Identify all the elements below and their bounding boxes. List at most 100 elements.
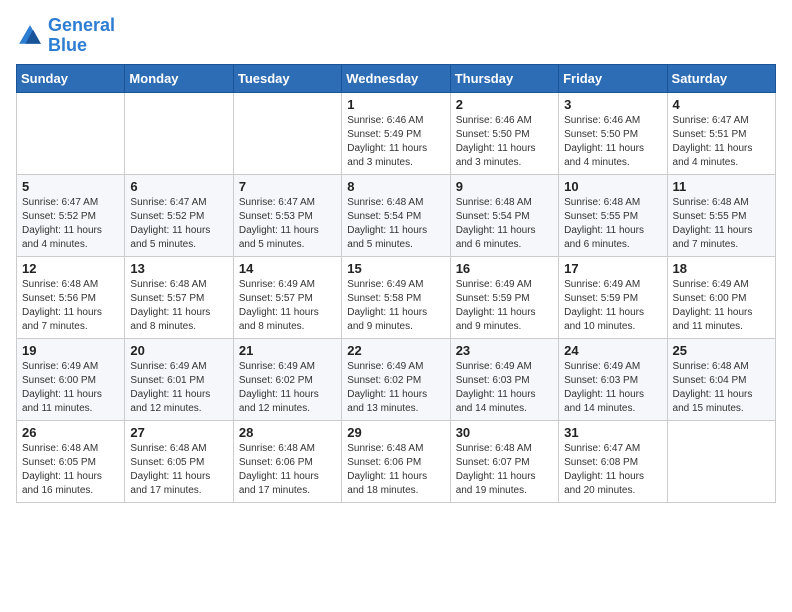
day-number: 17 [564, 261, 661, 276]
day-info: Sunrise: 6:48 AM Sunset: 5:56 PM Dayligh… [22, 278, 119, 334]
day-number: 8 [347, 179, 444, 194]
day-info: Sunrise: 6:46 AM Sunset: 5:50 PM Dayligh… [456, 114, 553, 170]
day-number: 2 [456, 97, 553, 112]
day-number: 10 [564, 179, 661, 194]
calendar-cell: 29Sunrise: 6:48 AM Sunset: 6:06 PM Dayli… [342, 420, 450, 502]
weekday-header-saturday: Saturday [667, 64, 775, 92]
day-info: Sunrise: 6:49 AM Sunset: 5:57 PM Dayligh… [239, 278, 336, 334]
day-number: 11 [673, 179, 770, 194]
day-number: 6 [130, 179, 227, 194]
day-info: Sunrise: 6:49 AM Sunset: 5:59 PM Dayligh… [564, 278, 661, 334]
day-number: 24 [564, 343, 661, 358]
calendar-cell: 21 Sunrise: 6:49 AM Sunset: 6:02 PM Dayli… [233, 338, 341, 420]
day-number: 7 [239, 179, 336, 194]
calendar-cell: 13 Sunrise: 6:48 AM Sunset: 5:57 PM Dayli… [125, 256, 233, 338]
day-number: 14 [239, 261, 336, 276]
weekday-header-sunday: Sunday [17, 64, 125, 92]
calendar-cell: 22 Sunrise: 6:49 AM Sunset: 6:02 PM Dayli… [342, 338, 450, 420]
calendar-cell: 12 Sunrise: 6:48 AM Sunset: 5:56 PM Dayli… [17, 256, 125, 338]
day-number: 4 [673, 97, 770, 112]
day-info: Sunrise: 6:49 AM Sunset: 5:58 PM Dayligh… [347, 278, 444, 334]
calendar-cell: 27Sunrise: 6:48 AM Sunset: 6:05 PM Dayli… [125, 420, 233, 502]
day-info: Sunrise: 6:47 AM Sunset: 5:51 PM Dayligh… [673, 114, 770, 170]
week-row-2: 5 Sunrise: 6:47 AM Sunset: 5:52 PM Daylig… [17, 174, 776, 256]
calendar-cell: 23 Sunrise: 6:49 AM Sunset: 6:03 PM Dayli… [450, 338, 558, 420]
calendar-cell: 19Sunrise: 6:49 AM Sunset: 6:00 PM Dayli… [17, 338, 125, 420]
day-info: Sunrise: 6:48 AM Sunset: 5:57 PM Dayligh… [130, 278, 227, 334]
day-info: Sunrise: 6:48 AM Sunset: 6:06 PM Dayligh… [239, 442, 336, 498]
calendar-cell: 1 Sunrise: 6:46 AM Sunset: 5:49 PM Daylig… [342, 92, 450, 174]
day-number: 9 [456, 179, 553, 194]
day-info: Sunrise: 6:48 AM Sunset: 6:05 PM Dayligh… [22, 442, 119, 498]
day-info: Sunrise: 6:48 AM Sunset: 6:07 PM Dayligh… [456, 442, 553, 498]
week-row-4: 19Sunrise: 6:49 AM Sunset: 6:00 PM Dayli… [17, 338, 776, 420]
calendar-cell: 20 Sunrise: 6:49 AM Sunset: 6:01 PM Dayli… [125, 338, 233, 420]
day-info: Sunrise: 6:48 AM Sunset: 6:04 PM Dayligh… [673, 360, 770, 416]
weekday-header-tuesday: Tuesday [233, 64, 341, 92]
day-number: 20 [130, 343, 227, 358]
weekday-header-friday: Friday [559, 64, 667, 92]
calendar-cell: 7 Sunrise: 6:47 AM Sunset: 5:53 PM Daylig… [233, 174, 341, 256]
day-number: 3 [564, 97, 661, 112]
day-number: 23 [456, 343, 553, 358]
day-info: Sunrise: 6:48 AM Sunset: 5:55 PM Dayligh… [564, 196, 661, 252]
week-row-3: 12 Sunrise: 6:48 AM Sunset: 5:56 PM Dayli… [17, 256, 776, 338]
day-info: Sunrise: 6:47 AM Sunset: 6:08 PM Dayligh… [564, 442, 661, 498]
day-number: 19 [22, 343, 119, 358]
day-info: Sunrise: 6:49 AM Sunset: 6:01 PM Dayligh… [130, 360, 227, 416]
calendar-cell: 15 Sunrise: 6:49 AM Sunset: 5:58 PM Dayli… [342, 256, 450, 338]
day-number: 15 [347, 261, 444, 276]
weekday-header-wednesday: Wednesday [342, 64, 450, 92]
calendar-cell [125, 92, 233, 174]
calendar-cell: 4 Sunrise: 6:47 AM Sunset: 5:51 PM Daylig… [667, 92, 775, 174]
day-number: 12 [22, 261, 119, 276]
weekday-header-monday: Monday [125, 64, 233, 92]
day-number: 22 [347, 343, 444, 358]
day-info: Sunrise: 6:49 AM Sunset: 6:00 PM Dayligh… [673, 278, 770, 334]
day-info: Sunrise: 6:48 AM Sunset: 5:54 PM Dayligh… [456, 196, 553, 252]
calendar-cell: 26 Sunrise: 6:48 AM Sunset: 6:05 PM Dayli… [17, 420, 125, 502]
logo-icon [16, 22, 44, 50]
day-number: 26 [22, 425, 119, 440]
day-number: 25 [673, 343, 770, 358]
calendar-cell [667, 420, 775, 502]
calendar-cell: 14 Sunrise: 6:49 AM Sunset: 5:57 PM Dayli… [233, 256, 341, 338]
calendar-cell: 17 Sunrise: 6:49 AM Sunset: 5:59 PM Dayli… [559, 256, 667, 338]
page-header: General Blue [16, 16, 776, 56]
calendar-cell: 18 Sunrise: 6:49 AM Sunset: 6:00 PM Dayli… [667, 256, 775, 338]
weekday-header-row: SundayMondayTuesdayWednesdayThursdayFrid… [17, 64, 776, 92]
calendar-cell: 8Sunrise: 6:48 AM Sunset: 5:54 PM Daylig… [342, 174, 450, 256]
day-info: Sunrise: 6:49 AM Sunset: 6:02 PM Dayligh… [239, 360, 336, 416]
day-info: Sunrise: 6:49 AM Sunset: 5:59 PM Dayligh… [456, 278, 553, 334]
day-number: 1 [347, 97, 444, 112]
calendar-cell [17, 92, 125, 174]
day-number: 21 [239, 343, 336, 358]
day-number: 18 [673, 261, 770, 276]
calendar-cell [233, 92, 341, 174]
calendar-cell: 24 Sunrise: 6:49 AM Sunset: 6:03 PM Dayli… [559, 338, 667, 420]
week-row-1: 1 Sunrise: 6:46 AM Sunset: 5:49 PM Daylig… [17, 92, 776, 174]
day-number: 5 [22, 179, 119, 194]
logo: General Blue [16, 16, 115, 56]
calendar-cell: 30Sunrise: 6:48 AM Sunset: 6:07 PM Dayli… [450, 420, 558, 502]
calendar-cell: 11Sunrise: 6:48 AM Sunset: 5:55 PM Dayli… [667, 174, 775, 256]
calendar-cell: 31Sunrise: 6:47 AM Sunset: 6:08 PM Dayli… [559, 420, 667, 502]
day-info: Sunrise: 6:49 AM Sunset: 6:03 PM Dayligh… [564, 360, 661, 416]
week-row-5: 26 Sunrise: 6:48 AM Sunset: 6:05 PM Dayli… [17, 420, 776, 502]
calendar-cell: 2 Sunrise: 6:46 AM Sunset: 5:50 PM Daylig… [450, 92, 558, 174]
day-info: Sunrise: 6:49 AM Sunset: 6:02 PM Dayligh… [347, 360, 444, 416]
day-info: Sunrise: 6:49 AM Sunset: 6:03 PM Dayligh… [456, 360, 553, 416]
day-info: Sunrise: 6:47 AM Sunset: 5:52 PM Dayligh… [22, 196, 119, 252]
calendar-cell: 6Sunrise: 6:47 AM Sunset: 5:52 PM Daylig… [125, 174, 233, 256]
calendar-table: SundayMondayTuesdayWednesdayThursdayFrid… [16, 64, 776, 503]
calendar-cell: 10 Sunrise: 6:48 AM Sunset: 5:55 PM Dayli… [559, 174, 667, 256]
day-info: Sunrise: 6:47 AM Sunset: 5:53 PM Dayligh… [239, 196, 336, 252]
day-info: Sunrise: 6:48 AM Sunset: 6:06 PM Dayligh… [347, 442, 444, 498]
day-number: 13 [130, 261, 227, 276]
calendar-cell: 3Sunrise: 6:46 AM Sunset: 5:50 PM Daylig… [559, 92, 667, 174]
calendar-cell: 9 Sunrise: 6:48 AM Sunset: 5:54 PM Daylig… [450, 174, 558, 256]
day-info: Sunrise: 6:46 AM Sunset: 5:49 PM Dayligh… [347, 114, 444, 170]
weekday-header-thursday: Thursday [450, 64, 558, 92]
calendar-cell: 25 Sunrise: 6:48 AM Sunset: 6:04 PM Dayli… [667, 338, 775, 420]
day-info: Sunrise: 6:48 AM Sunset: 6:05 PM Dayligh… [130, 442, 227, 498]
